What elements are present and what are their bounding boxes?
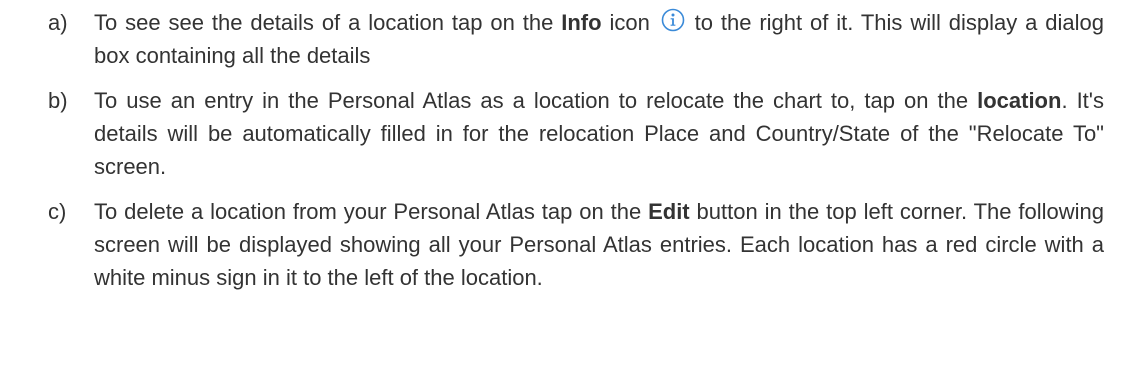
location-keyword: location [977,88,1062,113]
item-text: To delete a location from your Personal … [94,199,649,224]
item-text: To use an entry in the Personal Atlas as… [94,88,978,113]
instruction-list: a) To see see the details of a location … [0,0,1123,389]
list-item-a: a) To see see the details of a location … [0,6,1104,72]
list-marker: a) [48,10,68,35]
list-marker: b) [48,88,68,113]
info-keyword: Info [561,10,602,35]
info-circle-icon [661,8,685,32]
item-text: To see see the details of a location tap… [94,10,562,35]
list-item-b: b) To use an entry in the Personal Atlas… [0,84,1104,183]
list-item-c: c) To delete a location from your Person… [0,195,1104,294]
list-marker: c) [48,199,67,224]
edit-keyword: Edit [648,199,690,224]
item-text: icon [601,10,658,35]
